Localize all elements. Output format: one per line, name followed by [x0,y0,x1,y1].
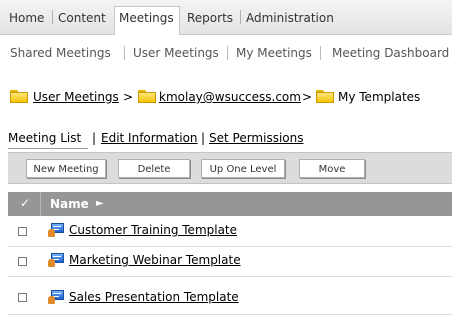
nav-separator [52,10,53,24]
sort-arrow-icon[interactable]: ► [96,198,104,209]
meeting-template-icon [48,290,64,304]
table-row: Customer Training Template [8,216,452,247]
table-row: Marketing Webinar Template [8,246,452,277]
breadcrumb-user-meetings[interactable]: User Meetings [33,90,119,104]
folder-icon [316,90,334,103]
folder-icon [138,90,156,103]
breadcrumb-separator: > [302,90,313,104]
row-checkbox[interactable] [18,227,27,236]
nav-home[interactable]: Home [9,11,44,25]
tab-separator: | [201,131,206,145]
column-separator [40,192,41,216]
up-one-level-button[interactable]: Up One Level [201,159,285,178]
subnav-my-meetings[interactable]: My Meetings [236,46,312,60]
new-meeting-button[interactable]: New Meeting [26,159,106,178]
subnav-user-meetings[interactable]: User Meetings [133,46,219,60]
select-all-check-icon[interactable]: ✓ [20,196,30,210]
subnav-shared-meetings[interactable]: Shared Meetings [10,46,111,60]
nav-separator [240,10,241,24]
breadcrumb-current: My Templates [338,90,421,104]
row-checkbox[interactable] [18,293,27,302]
active-tab-underline [8,148,88,149]
breadcrumb: User Meetings > kmolay@wsuccess.com > My… [10,88,452,106]
nav-meetings[interactable]: Meetings [119,11,174,25]
breadcrumb-user-folder[interactable]: kmolay@wsuccess.com [159,90,301,104]
breadcrumb-separator: > [123,90,134,104]
move-button[interactable]: Move [299,159,365,178]
grid-header: ✓ Name ► [8,192,452,216]
meeting-template-link[interactable]: Sales Presentation Template [69,290,239,304]
meeting-template-icon [48,223,64,237]
folder-icon [10,90,28,103]
meeting-template-link[interactable]: Marketing Webinar Template [69,253,241,267]
tab-set-permissions[interactable]: Set Permissions [209,131,304,145]
meeting-template-icon [48,253,64,267]
subnav-meeting-dashboard[interactable]: Meeting Dashboard [332,46,449,60]
row-checkbox[interactable] [18,257,27,266]
subnav-separator [320,46,321,60]
top-nav: Home Content Meetings Reports Administra… [0,0,452,35]
name-column-header[interactable]: Name [50,197,89,211]
nav-reports[interactable]: Reports [187,11,233,25]
meeting-template-link[interactable]: Customer Training Template [69,223,237,237]
tab-meeting-list[interactable]: Meeting List [8,131,81,145]
tab-edit-information[interactable]: Edit Information [101,131,198,145]
nav-administration[interactable]: Administration [246,11,334,25]
toolbar: New Meeting Delete Up One Level Move [8,152,452,184]
subnav-separator [124,46,125,60]
delete-button[interactable]: Delete [118,159,190,178]
table-row: Sales Presentation Template [8,284,452,315]
nav-content[interactable]: Content [58,11,106,25]
subnav-separator [227,46,228,60]
tab-separator: | [92,131,97,145]
